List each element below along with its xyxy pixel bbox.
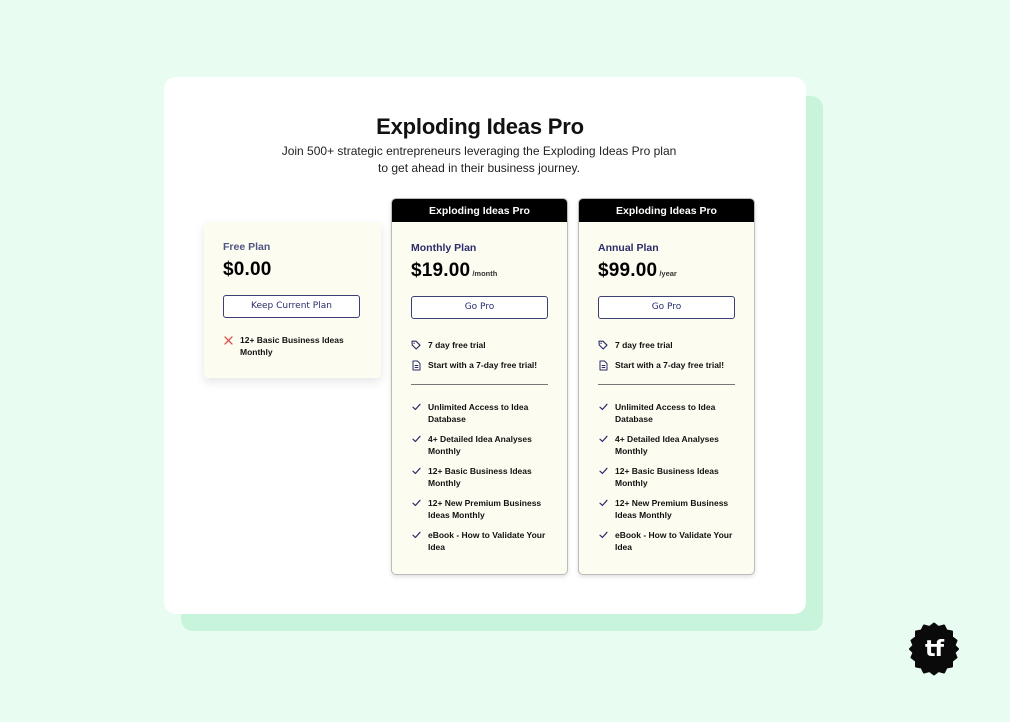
plan-price: $19.00: [411, 260, 471, 281]
price-period: /year: [659, 269, 677, 278]
trial-item: Start with a 7-day free trial!: [598, 359, 735, 371]
go-pro-monthly-button[interactable]: Go Pro: [411, 296, 548, 319]
trial-text: 7 day free trial: [428, 340, 486, 350]
badge-logo-icon: tf: [909, 622, 959, 676]
card-header: Exploding Ideas Pro: [392, 199, 567, 222]
free-plan-card: Free Plan $0.00 Keep Current Plan 12+ Ba…: [204, 222, 381, 378]
document-icon: [598, 359, 608, 371]
check-icon: [598, 529, 608, 541]
plan-price: $99.00: [598, 260, 658, 281]
plan-price: $0.00: [223, 259, 272, 280]
price-period: /month: [472, 269, 498, 278]
plan-name: Monthly Plan: [411, 242, 477, 254]
feature-list: Unlimited Access to Idea Database 4+ Det…: [411, 401, 548, 553]
feature-item: Unlimited Access to Idea Database: [411, 401, 548, 425]
check-icon: [411, 401, 421, 413]
check-icon: [411, 433, 421, 445]
feature-text: 12+ New Premium Business Ideas Monthly: [428, 498, 542, 520]
feature-item: 12+ Basic Business Ideas Monthly: [598, 465, 735, 489]
trial-text: Start with a 7-day free trial!: [615, 360, 725, 370]
feature-item: 12+ Basic Business Ideas Monthly: [223, 334, 362, 358]
divider: [411, 384, 548, 385]
price-row: $19.00/month: [411, 260, 548, 282]
feature-text: 12+ Basic Business Ideas Monthly: [615, 466, 719, 488]
check-icon: [411, 529, 421, 541]
trial-list: 7 day free trial Start with a 7-day free…: [411, 339, 548, 371]
feature-item: Unlimited Access to Idea Database: [598, 401, 735, 425]
feature-item: 12+ New Premium Business Ideas Monthly: [411, 497, 548, 521]
feature-text: 12+ New Premium Business Ideas Monthly: [615, 498, 729, 520]
feature-text: Unlimited Access to Idea Database: [615, 402, 716, 424]
divider: [598, 384, 735, 385]
feature-text: 12+ Basic Business Ideas Monthly: [240, 335, 344, 357]
feature-text: 12+ Basic Business Ideas Monthly: [428, 466, 532, 488]
trial-item: 7 day free trial: [411, 339, 548, 351]
feature-item: eBook - How to Validate Your Idea: [598, 529, 735, 553]
trial-list: 7 day free trial Start with a 7-day free…: [598, 339, 735, 371]
feature-item: 4+ Detailed Idea Analyses Monthly: [598, 433, 735, 457]
check-icon: [598, 465, 608, 477]
check-icon: [411, 497, 421, 509]
feature-text: 4+ Detailed Idea Analyses Monthly: [615, 434, 719, 456]
feature-item: eBook - How to Validate Your Idea: [411, 529, 548, 553]
feature-item: 12+ Basic Business Ideas Monthly: [411, 465, 548, 489]
logo-text: tf: [925, 637, 945, 662]
tf-logo-badge: tf: [907, 622, 961, 676]
feature-text: eBook - How to Validate Your Idea: [428, 530, 546, 552]
keep-current-plan-button[interactable]: Keep Current Plan: [223, 295, 360, 318]
tag-icon: [411, 339, 421, 351]
page-subtitle: Join 500+ strategic entrepreneurs levera…: [281, 144, 677, 175]
price-row: $99.00/year: [598, 260, 735, 282]
trial-text: 7 day free trial: [615, 340, 673, 350]
trial-item: 7 day free trial: [598, 339, 735, 351]
trial-text: Start with a 7-day free trial!: [428, 360, 538, 370]
card-header: Exploding Ideas Pro: [579, 199, 754, 222]
annual-plan-card: Exploding Ideas Pro Annual Plan $99.00/y…: [578, 198, 755, 575]
feature-item: 12+ New Premium Business Ideas Monthly: [598, 497, 735, 521]
document-icon: [411, 359, 421, 371]
check-icon: [598, 401, 608, 413]
check-icon: [598, 433, 608, 445]
plan-name: Annual Plan: [598, 242, 659, 254]
feature-item: 4+ Detailed Idea Analyses Monthly: [411, 433, 548, 457]
feature-list: Unlimited Access to Idea Database 4+ Det…: [598, 401, 735, 553]
feature-text: 4+ Detailed Idea Analyses Monthly: [428, 434, 532, 456]
feature-text: eBook - How to Validate Your Idea: [615, 530, 733, 552]
go-pro-annual-button[interactable]: Go Pro: [598, 296, 735, 319]
monthly-plan-card: Exploding Ideas Pro Monthly Plan $19.00/…: [391, 198, 568, 575]
price-row: $0.00: [223, 259, 362, 281]
tag-icon: [598, 339, 608, 351]
trial-item: Start with a 7-day free trial!: [411, 359, 548, 371]
feature-text: Unlimited Access to Idea Database: [428, 402, 529, 424]
check-icon: [598, 497, 608, 509]
page-title: Exploding Ideas Pro: [376, 114, 584, 139]
x-icon: [223, 334, 233, 346]
plan-name: Free Plan: [223, 241, 271, 253]
check-icon: [411, 465, 421, 477]
